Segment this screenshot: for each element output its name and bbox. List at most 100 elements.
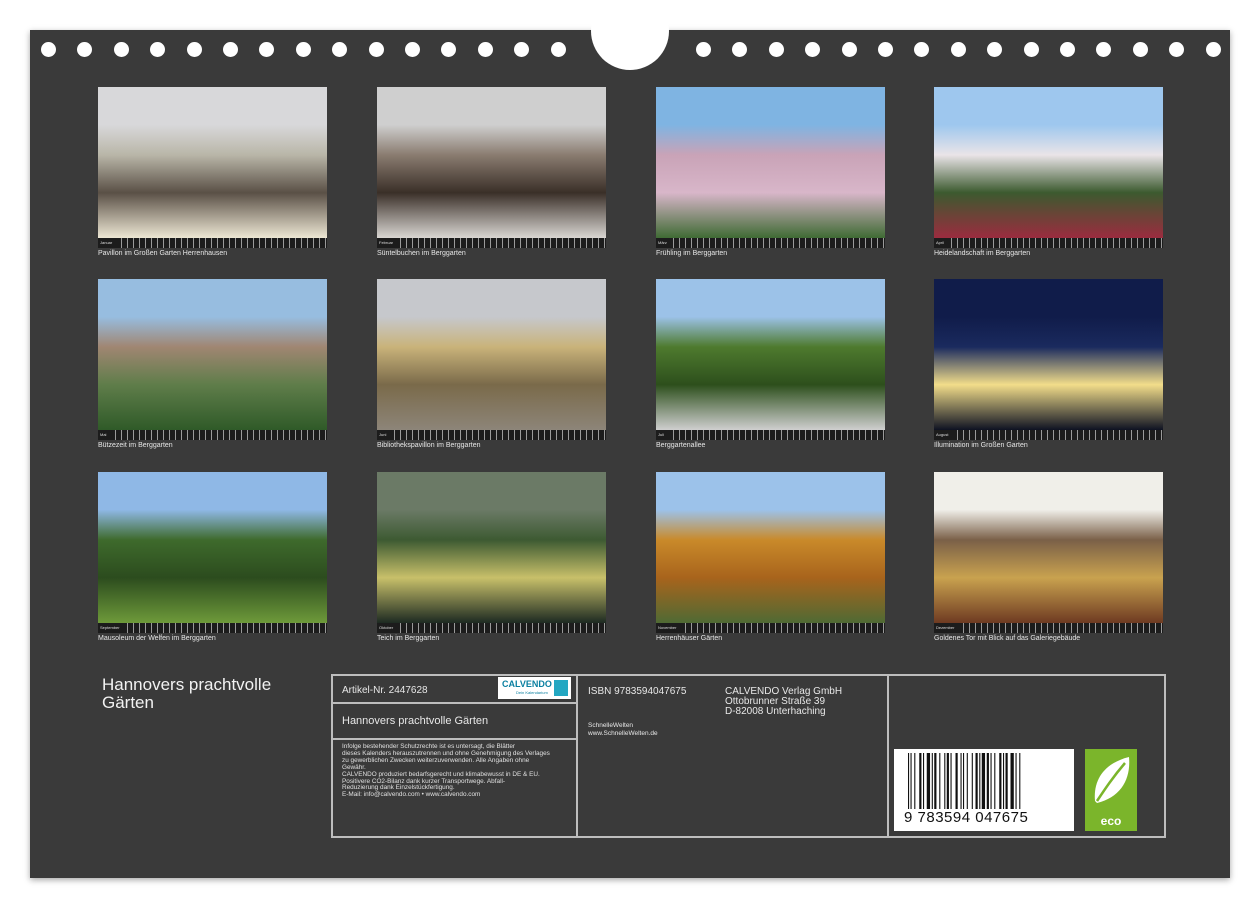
- month-label: Dezember: [936, 623, 961, 633]
- author-name: SchnelleWelten: [588, 722, 634, 729]
- photo-image: [934, 472, 1163, 623]
- photo-caption: Illumination im Großen Garten: [934, 442, 1028, 449]
- calendar-photo: Juni: [377, 279, 606, 440]
- leaf-icon: [1094, 757, 1130, 803]
- photo-caption: Bützezeit im Berggarten: [98, 442, 173, 449]
- calvendo-logo: CALVENDO Dein Kalendarium: [498, 677, 571, 699]
- calendar-photo: August: [934, 279, 1163, 440]
- photo-image: [377, 279, 606, 430]
- binding-hole: [369, 42, 384, 57]
- binding-hole: [1096, 42, 1111, 57]
- eco-label: eco: [1100, 814, 1122, 828]
- month-label: Juli: [658, 430, 671, 440]
- binding-hole: [441, 42, 456, 57]
- binding-hole: [1133, 42, 1148, 57]
- month-date-strip: [656, 623, 885, 633]
- calendar-photo: März: [656, 87, 885, 248]
- calendar-photo: Mai: [98, 279, 327, 440]
- calendar-photo: November: [656, 472, 885, 633]
- isbn-barcode: 9 783594 047675: [894, 749, 1074, 831]
- article-number: Artikel-Nr. 2447628: [342, 685, 428, 696]
- photo-image: [377, 87, 606, 238]
- calendar-photo: Januar: [98, 87, 327, 248]
- month-date-strip: [98, 238, 327, 248]
- month-date-strip: [934, 430, 1163, 440]
- binding-hole: [987, 42, 1002, 57]
- binding-hole: [114, 42, 129, 57]
- binding-hole: [41, 42, 56, 57]
- author-url: www.SchnelleWelten.de: [588, 730, 658, 737]
- calendar-photo: Oktober: [377, 472, 606, 633]
- photo-caption: Süntelbuchen im Berggarten: [377, 250, 466, 257]
- month-date-strip: [377, 238, 606, 248]
- photo-caption: Herrenhäuser Gärten: [656, 635, 723, 642]
- month-label: April: [936, 238, 951, 248]
- binding-hole: [150, 42, 165, 57]
- month-label: September: [100, 623, 126, 633]
- calendar-photo: September: [98, 472, 327, 633]
- logo-mark: [554, 680, 568, 696]
- month-date-strip: [377, 623, 606, 633]
- month-label: Februar: [379, 238, 400, 248]
- photo-caption: Berggartenallee: [656, 442, 706, 449]
- month-label: August: [936, 430, 955, 440]
- divider: [331, 738, 578, 740]
- binding-hole: [405, 42, 420, 57]
- binding-hole: [696, 42, 711, 57]
- month-label: März: [658, 238, 673, 248]
- binding-hole: [732, 42, 747, 57]
- photo-caption: Mausoleum der Welfen im Berggarten: [98, 635, 216, 642]
- legal-line: zu gewerblichen Zwecken weiterzuverwende…: [342, 756, 530, 764]
- binding-hole: [77, 42, 92, 57]
- binding-hole: [551, 42, 566, 57]
- binding-hole: [332, 42, 347, 57]
- photo-image: [98, 87, 327, 238]
- binding-hole: [842, 42, 857, 57]
- photo-image: [656, 472, 885, 623]
- month-date-strip: [98, 623, 327, 633]
- barcode-number: 9 783594 047675: [904, 809, 1029, 826]
- month-date-strip: [656, 430, 885, 440]
- month-label: Juni: [379, 430, 393, 440]
- photo-caption: Teich im Berggarten: [377, 635, 440, 642]
- photo-image: [656, 87, 885, 238]
- binding-hole: [1169, 42, 1184, 57]
- legal-notice: Infolge bestehender Schutzrechte ist es …: [342, 743, 574, 799]
- binding-hole: [769, 42, 784, 57]
- month-label: Januar: [100, 238, 119, 248]
- photo-image: [934, 279, 1163, 430]
- binding-hole: [259, 42, 274, 57]
- binding-hole: [1024, 42, 1039, 57]
- month-date-strip: [377, 430, 606, 440]
- binding-hole: [914, 42, 929, 57]
- binding-hole: [951, 42, 966, 57]
- calendar-photo: Februar: [377, 87, 606, 248]
- month-label: November: [658, 623, 683, 633]
- logo-tagline: Dein Kalendarium: [516, 690, 548, 695]
- legal-line: E-Mail: info@calvendo.com • www.calvendo…: [342, 791, 481, 799]
- calendar-title: Hannovers prachtvolle Gärten: [102, 675, 272, 712]
- month-date-strip: [656, 238, 885, 248]
- photo-image: [377, 472, 606, 623]
- binding-hole: [1206, 42, 1221, 57]
- publisher-city: D-82008 Unterhaching: [725, 706, 826, 717]
- eco-badge: eco: [1085, 749, 1137, 831]
- logo-name: CALVENDO: [502, 679, 552, 689]
- month-label: Oktober: [379, 623, 400, 633]
- photo-caption: Goldenes Tor mit Blick auf das Galeriege…: [934, 635, 1081, 642]
- binding-hole: [1060, 42, 1075, 57]
- binding-hole: [296, 42, 311, 57]
- month-date-strip: [98, 430, 327, 440]
- month-date-strip: [934, 238, 1163, 248]
- binding-hole: [223, 42, 238, 57]
- calendar-photo: April: [934, 87, 1163, 248]
- binding-hole: [878, 42, 893, 57]
- calendar-photo: Dezember: [934, 472, 1163, 633]
- binding-hole: [187, 42, 202, 57]
- photo-caption: Pavillon im Großen Garten Herrenhausen: [98, 250, 228, 257]
- binding-hole: [514, 42, 529, 57]
- divider: [331, 702, 578, 704]
- calendar-back-cover: Januar Pavillon im Großen Garten Herrenha…: [30, 0, 1230, 878]
- month-date-strip: [934, 623, 1163, 633]
- photo-caption: Frühling im Berggarten: [656, 250, 728, 257]
